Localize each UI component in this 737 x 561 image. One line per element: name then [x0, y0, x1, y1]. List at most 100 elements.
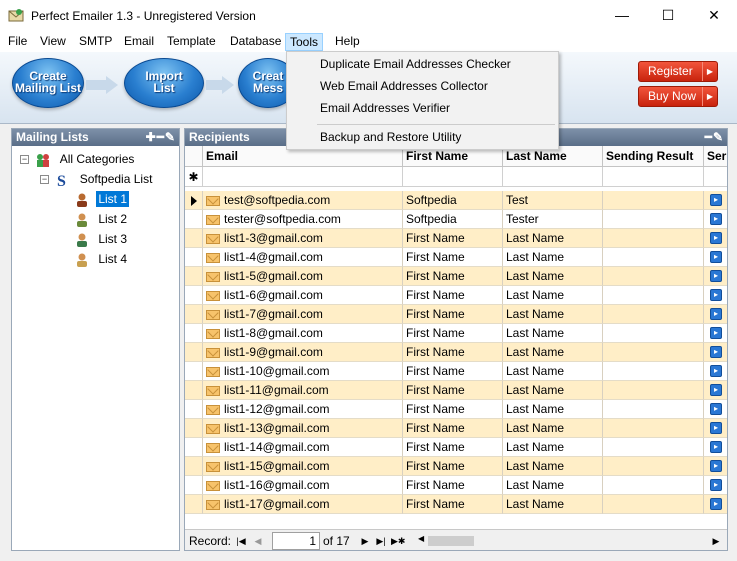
email-cell[interactable]: list1-3@gmail.com [203, 229, 403, 248]
last-name-cell[interactable]: Last Name [503, 476, 603, 495]
send-icon[interactable]: ▸ [710, 308, 722, 320]
tree-item-softpedia-list[interactable]: − S Softpedia List [40, 170, 154, 188]
new-row-email-cell[interactable] [203, 167, 403, 187]
email-cell[interactable]: list1-6@gmail.com [203, 286, 403, 305]
email-cell[interactable]: list1-9@gmail.com [203, 343, 403, 362]
first-name-cell[interactable]: First Name [403, 457, 503, 476]
send-cell[interactable]: ▸ [704, 248, 727, 267]
first-name-cell[interactable]: First Name [403, 495, 503, 514]
maximize-button[interactable]: ☐ [645, 0, 691, 31]
email-cell[interactable]: list1-4@gmail.com [203, 248, 403, 267]
sending-result-cell[interactable] [603, 362, 704, 381]
first-name-cell[interactable]: First Name [403, 419, 503, 438]
sending-result-cell[interactable] [603, 400, 704, 419]
last-name-cell[interactable]: Last Name [503, 381, 603, 400]
first-name-cell[interactable]: First Name [403, 476, 503, 495]
table-row[interactable]: test@softpedia.com Softpedia Test ▸ [185, 191, 727, 210]
send-icon[interactable]: ▸ [710, 498, 722, 510]
first-name-cell[interactable]: First Name [403, 229, 503, 248]
tree-item-all-categories[interactable]: − All Categories [20, 150, 136, 168]
row-selector[interactable] [185, 400, 203, 419]
table-row[interactable]: list1-10@gmail.com First Name Last Name ▸ [185, 362, 727, 381]
last-name-cell[interactable]: Last Name [503, 419, 603, 438]
scroll-right-icon[interactable]: ▶ [709, 534, 723, 548]
send-cell[interactable]: ▸ [704, 324, 727, 343]
send-cell[interactable]: ▸ [704, 457, 727, 476]
send-cell[interactable]: ▸ [704, 305, 727, 324]
table-row[interactable]: list1-6@gmail.com First Name Last Name ▸ [185, 286, 727, 305]
table-row[interactable]: list1-3@gmail.com First Name Last Name ▸ [185, 229, 727, 248]
first-name-cell[interactable]: First Name [403, 381, 503, 400]
email-cell[interactable]: tester@softpedia.com [203, 210, 403, 229]
email-cell[interactable]: list1-14@gmail.com [203, 438, 403, 457]
sending-result-cell[interactable] [603, 191, 704, 210]
first-name-cell[interactable]: Softpedia [403, 191, 503, 210]
table-row[interactable]: list1-11@gmail.com First Name Last Name ▸ [185, 381, 727, 400]
row-selector[interactable] [185, 267, 203, 286]
next-record-icon[interactable]: ▶ [358, 534, 372, 548]
send-cell[interactable]: ▸ [704, 476, 727, 495]
last-name-cell[interactable]: Last Name [503, 362, 603, 381]
menu-file[interactable]: File [4, 33, 31, 51]
first-name-cell[interactable]: First Name [403, 362, 503, 381]
first-name-cell[interactable]: First Name [403, 438, 503, 457]
new-record-icon[interactable]: ▶✱ [391, 534, 405, 548]
send-icon[interactable]: ▸ [710, 289, 722, 301]
email-cell[interactable]: list1-13@gmail.com [203, 419, 403, 438]
send-icon[interactable]: ▸ [710, 460, 722, 472]
email-cell[interactable]: list1-7@gmail.com [203, 305, 403, 324]
table-row[interactable]: list1-16@gmail.com First Name Last Name ▸ [185, 476, 727, 495]
last-name-cell[interactable]: Last Name [503, 400, 603, 419]
send-cell[interactable]: ▸ [704, 229, 727, 248]
first-name-cell[interactable]: First Name [403, 324, 503, 343]
send-icon[interactable]: ▸ [710, 365, 722, 377]
row-selector[interactable] [185, 457, 203, 476]
last-name-cell[interactable]: Last Name [503, 343, 603, 362]
tree-item-list-2[interactable]: List 2 [74, 210, 129, 228]
column-header-sending-result[interactable]: Sending Result [603, 146, 704, 167]
first-name-cell[interactable]: First Name [403, 305, 503, 324]
row-selector[interactable] [185, 362, 203, 381]
table-row[interactable]: list1-12@gmail.com First Name Last Name ▸ [185, 400, 727, 419]
send-cell[interactable]: ▸ [704, 343, 727, 362]
last-name-cell[interactable]: Last Name [503, 305, 603, 324]
register-button[interactable]: Register ▶ [638, 61, 718, 82]
column-header-send[interactable]: Ser [704, 146, 727, 167]
new-row-result-cell[interactable] [603, 167, 704, 187]
send-icon[interactable]: ▸ [710, 479, 722, 491]
send-cell[interactable]: ▸ [704, 191, 727, 210]
send-cell[interactable]: ▸ [704, 267, 727, 286]
email-cell[interactable]: list1-10@gmail.com [203, 362, 403, 381]
table-row[interactable]: list1-5@gmail.com First Name Last Name ▸ [185, 267, 727, 286]
minimize-button[interactable]: — [599, 0, 645, 31]
sending-result-cell[interactable] [603, 305, 704, 324]
collapse-icon[interactable]: − [40, 175, 49, 185]
send-icon[interactable]: ▸ [710, 403, 722, 415]
menu-item-web-collector[interactable]: Web Email Addresses Collector [320, 76, 488, 96]
sending-result-cell[interactable] [603, 495, 704, 514]
email-cell[interactable]: list1-15@gmail.com [203, 457, 403, 476]
send-cell[interactable]: ▸ [704, 362, 727, 381]
send-cell[interactable]: ▸ [704, 286, 727, 305]
table-row[interactable]: list1-13@gmail.com First Name Last Name ▸ [185, 419, 727, 438]
row-selector[interactable] [185, 229, 203, 248]
row-selector[interactable] [185, 419, 203, 438]
last-name-cell[interactable]: Last Name [503, 248, 603, 267]
row-selector[interactable] [185, 248, 203, 267]
first-name-cell[interactable]: First Name [403, 248, 503, 267]
row-selector[interactable] [185, 305, 203, 324]
menu-tools[interactable]: Tools [285, 33, 324, 51]
row-selector[interactable] [185, 495, 203, 514]
sending-result-cell[interactable] [603, 229, 704, 248]
last-record-icon[interactable]: ▶| [374, 534, 388, 548]
sending-result-cell[interactable] [603, 419, 704, 438]
menu-email[interactable]: Email [120, 33, 158, 51]
menu-view[interactable]: View [36, 33, 70, 51]
email-cell[interactable]: list1-16@gmail.com [203, 476, 403, 495]
first-name-cell[interactable]: First Name [403, 286, 503, 305]
mailing-lists-tools-icons[interactable]: ✚━✎ [146, 129, 176, 146]
sending-result-cell[interactable] [603, 438, 704, 457]
send-icon[interactable]: ▸ [710, 213, 722, 225]
sending-result-cell[interactable] [603, 267, 704, 286]
row-selector[interactable] [185, 381, 203, 400]
